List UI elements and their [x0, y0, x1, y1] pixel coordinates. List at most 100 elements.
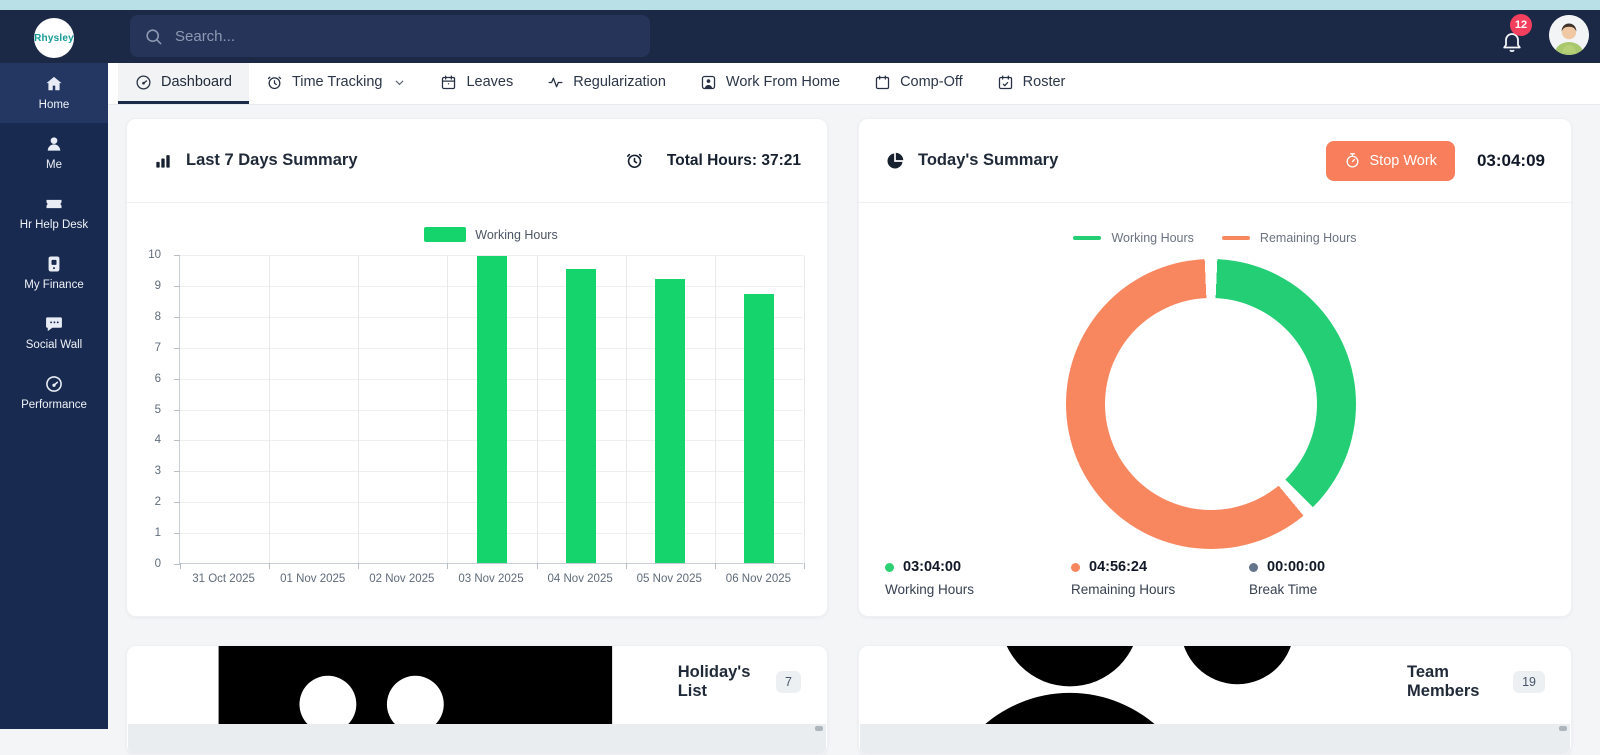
v-gridline: [804, 255, 805, 563]
stat-remaining-hours: 04:56:24 Remaining Hours: [1071, 559, 1175, 597]
legend-label: Remaining Hours: [1260, 231, 1357, 245]
alarm-clock-icon: [266, 74, 283, 91]
y-tick-label: 6: [155, 373, 161, 385]
todays-summary-header: Today's Summary Stop Work 03:04:09: [859, 119, 1571, 203]
sidebar-item-label: Home: [39, 99, 70, 112]
sidebar-item-performance[interactable]: Performance: [0, 363, 108, 423]
calendar-icon: [440, 74, 457, 91]
y-tick-label: 5: [155, 404, 161, 416]
notifications[interactable]: 12: [1496, 16, 1542, 62]
sidebar-item-home[interactable]: Home: [0, 63, 108, 123]
y-tick-label: 9: [155, 280, 161, 292]
sidebar-item-label: Social Wall: [26, 339, 82, 352]
x-tick-label: 04 Nov 2025: [536, 573, 625, 585]
sidebar-item-hr-help-desk[interactable]: Hr Help Desk: [0, 183, 108, 243]
stop-work-button[interactable]: Stop Work: [1326, 141, 1455, 181]
bar-chart-legend[interactable]: Working Hours: [179, 227, 803, 242]
user-icon: [44, 134, 64, 154]
x-tick-label: 31 Oct 2025: [179, 573, 268, 585]
y-tick-mark: [174, 502, 180, 503]
stat-label: Remaining Hours: [1071, 582, 1175, 597]
tab-roster[interactable]: Roster: [980, 63, 1083, 104]
v-gridline: [537, 255, 538, 563]
tab-work-from-home[interactable]: Work From Home: [683, 63, 857, 104]
holiday-list-header: Holiday's List 7: [127, 646, 827, 718]
donut-chart: [1066, 259, 1356, 549]
y-tick-label: 1: [155, 527, 161, 539]
y-tick-mark: [174, 410, 180, 411]
sidebar-item-me[interactable]: Me: [0, 123, 108, 183]
work-timer: 03:04:09: [1477, 151, 1545, 171]
tab-label: Time Tracking: [292, 74, 383, 90]
y-tick-label: 10: [148, 249, 161, 261]
y-tick-mark: [174, 286, 180, 287]
tab-regularization[interactable]: Regularization: [530, 63, 683, 104]
total-hours-text: Total Hours: 37:21: [667, 152, 801, 170]
total-hours: Total Hours: 37:21: [625, 151, 801, 170]
sidebar-item-label: Performance: [21, 399, 87, 412]
home-icon: [44, 74, 64, 94]
v-gridline: [447, 255, 448, 563]
x-tick-label: 06 Nov 2025: [714, 573, 803, 585]
global-search[interactable]: [130, 15, 650, 57]
search-input[interactable]: [175, 28, 636, 45]
pie-chart-icon: [885, 151, 905, 171]
tab-label: Regularization: [573, 74, 666, 90]
alarm-clock-icon: [625, 151, 644, 170]
donut-legend-remaining[interactable]: Remaining Hours: [1222, 231, 1357, 245]
legend-swatch: [1073, 236, 1101, 240]
sidebar-item-label: Hr Help Desk: [20, 219, 88, 232]
y-tick-label: 8: [155, 311, 161, 323]
y-tick-mark: [174, 255, 180, 256]
sidebar-item-my-finance[interactable]: My Finance: [0, 243, 108, 303]
brand-logo-text: Rhysley: [34, 33, 74, 44]
legend-label: Working Hours: [475, 228, 557, 242]
sidebar-item-social-wall[interactable]: Social Wall: [0, 303, 108, 363]
card-title: Today's Summary: [918, 151, 1058, 170]
y-tick-mark: [174, 317, 180, 318]
chevron-down-icon: [393, 76, 406, 89]
brand-logo[interactable]: Rhysley: [34, 18, 74, 58]
legend-swatch: [424, 227, 466, 242]
finance-device-icon: [44, 254, 64, 274]
x-tick-label: 02 Nov 2025: [357, 573, 446, 585]
donut-legend-working[interactable]: Working Hours: [1073, 231, 1193, 245]
v-gridline: [626, 255, 627, 563]
y-tick-mark: [174, 379, 180, 380]
todays-summary-card: Today's Summary Stop Work 03:04:09 Worki…: [858, 118, 1572, 617]
tab-dashboard[interactable]: Dashboard: [118, 63, 249, 104]
bar-chart-icon: [153, 151, 173, 171]
notification-count-badge: 12: [1510, 14, 1532, 36]
team-count-badge: 19: [1513, 671, 1545, 693]
module-tabbar: Dashboard Time Tracking Leaves Regulariz…: [108, 63, 1600, 105]
stat-working-hours: 03:04:00 Working Hours: [885, 559, 974, 597]
stat-label: Working Hours: [885, 582, 974, 597]
user-avatar[interactable]: [1549, 15, 1589, 55]
legend-label: Working Hours: [1111, 231, 1193, 245]
search-icon: [144, 27, 163, 46]
x-tick-label: 01 Nov 2025: [268, 573, 357, 585]
tab-label: Work From Home: [726, 74, 840, 90]
tab-leaves[interactable]: Leaves: [423, 63, 530, 104]
status-dot: [885, 563, 894, 572]
activity-pulse-icon: [547, 74, 564, 91]
stat-time: 00:00:00: [1267, 559, 1325, 575]
dashboard-content: Last 7 Days Summary Total Hours: 37:21 W…: [108, 105, 1600, 729]
card-title: Team Members: [1407, 663, 1501, 701]
x-tick-mark: [804, 563, 805, 569]
browser-accent-strip: [0, 0, 1600, 10]
gauge-icon: [44, 374, 64, 394]
y-tick-label: 4: [155, 434, 161, 446]
tab-label: Leaves: [466, 74, 513, 90]
legend-swatch: [1222, 236, 1250, 240]
tab-comp-off[interactable]: Comp-Off: [857, 63, 980, 104]
x-tick-label: 05 Nov 2025: [625, 573, 714, 585]
stopwatch-icon: [1344, 152, 1361, 169]
stat-break-time: 00:00:00 Break Time: [1249, 559, 1325, 597]
stat-time: 04:56:24: [1089, 559, 1147, 575]
y-tick-label: 3: [155, 465, 161, 477]
stat-time: 03:04:00: [903, 559, 961, 575]
y-tick-label: 7: [155, 342, 161, 354]
sidebar-item-label: My Finance: [24, 279, 83, 292]
tab-time-tracking[interactable]: Time Tracking: [249, 63, 424, 104]
